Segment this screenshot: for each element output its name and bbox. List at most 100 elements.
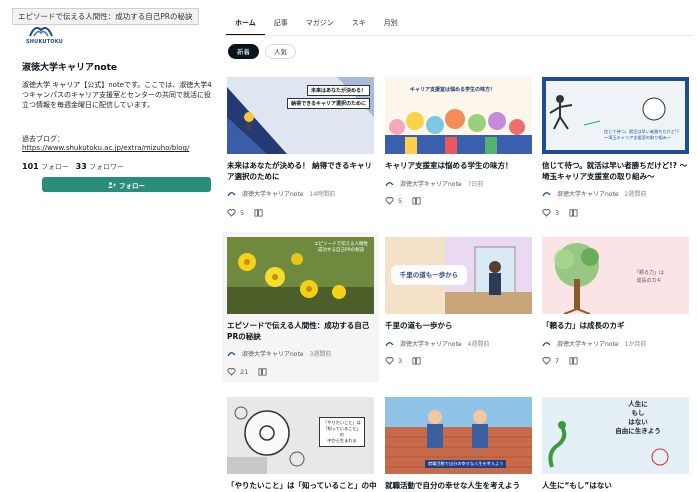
follow-button[interactable]: フォロー: [42, 177, 211, 192]
author-name[interactable]: 淑徳大学キャリアnote: [400, 179, 462, 188]
article-title[interactable]: 千里の道も一歩から: [385, 320, 535, 331]
add-user-icon: [108, 181, 116, 188]
article-thumbnail[interactable]: 信じて待つ。就活は早い者勝ちだけど!? 〜埼玉キャリア支援室の取り組み〜: [542, 77, 689, 154]
article-card[interactable]: エピソードで伝える人間性 成功する自己PRの秘訣 エピソードで伝える人間性：成功…: [222, 232, 379, 382]
article-author[interactable]: 淑徳大学キャリアnote 14時間前: [227, 189, 335, 198]
article-title[interactable]: 未来はあなたが決める！ 納得できるキャリア選択のために: [227, 160, 377, 182]
heart-icon[interactable]: [385, 196, 394, 205]
like-count: 3: [555, 208, 560, 217]
article-author[interactable]: 淑徳大学キャリアnote 7日前: [385, 179, 483, 188]
heart-icon[interactable]: [542, 208, 551, 217]
chip-popular[interactable]: 人気: [265, 44, 296, 59]
tab-divider: [226, 35, 692, 36]
like-count: 5: [398, 196, 403, 205]
author-name[interactable]: 淑徳大学キャリアnote: [242, 349, 304, 358]
article-thumbnail[interactable]: 「やりたいこと」は 「知っていること」の 中から生まれる: [227, 397, 374, 474]
heart-icon[interactable]: [542, 356, 551, 365]
article-title[interactable]: 「やりたいこと」は「知っていること」の中: [227, 480, 377, 491]
sort-chips: 新着 人気: [228, 44, 296, 59]
blog-link[interactable]: https://www.shukutoku.ac.jp/extra/mizuho…: [22, 144, 189, 152]
magazine-add-icon[interactable]: [569, 356, 578, 365]
heart-icon[interactable]: [385, 356, 394, 365]
thumbnail-caption: 千里の道も一歩から: [391, 265, 467, 285]
article-title[interactable]: 「頼る力」は成長のカギ: [542, 320, 692, 331]
article-card[interactable]: 信じて待つ。就活は早い者勝ちだけど!? 〜埼玉キャリア支援室の取り組み〜 信じて…: [542, 77, 689, 223]
article-actions: 5: [227, 208, 263, 217]
article-author[interactable]: 淑徳大学キャリアnote 4週間前: [385, 339, 489, 348]
follow-button-label: フォロー: [119, 181, 145, 190]
article-title[interactable]: 就職活動で自分の幸せな人生を考えよう: [385, 480, 535, 491]
article-actions: 3: [542, 208, 578, 217]
article-thumbnail[interactable]: 「頼る力」は 成長のカギ: [542, 237, 689, 314]
article-card[interactable]: 千里の道も一歩から 千里の道も一歩から 淑徳大学キャリアnote 4週間前 3: [385, 237, 532, 377]
article-thumbnail[interactable]: 未来はあなたが決める！ 納得できるキャリア選択のために: [227, 77, 374, 154]
post-time: 7日前: [467, 181, 484, 188]
article-card[interactable]: 人生に もし はない 自由に生きよう 人生に“もし”はない: [542, 397, 689, 492]
thumbnail-caption: 人生に もし はない 自由に生きよう: [615, 400, 661, 435]
post-time: 1か月前: [624, 341, 647, 348]
followers-label[interactable]: フォロワー: [89, 163, 124, 171]
article-card[interactable]: 未来はあなたが決める！ 納得できるキャリア選択のために 未来はあなたが決める！ …: [227, 77, 374, 223]
magazine-add-icon[interactable]: [258, 367, 267, 376]
tab-articles[interactable]: 記事: [265, 14, 297, 36]
thumbnail-caption: 「やりたいこと」は 「知っていること」の 中から生まれる: [319, 417, 365, 447]
magazine-add-icon[interactable]: [254, 208, 263, 217]
author-avatar-icon: [542, 342, 551, 347]
heart-icon[interactable]: [227, 208, 236, 217]
thumbnail-caption: 信じて待つ。就活は早い者勝ちだけど!? 〜埼玉キャリア支援室の取り組み〜: [604, 129, 679, 140]
article-thumbnail[interactable]: 人生に もし はない 自由に生きよう: [542, 397, 689, 474]
article-thumbnail[interactable]: 就職活動で自分の幸せな人生を考えよう: [385, 397, 532, 474]
article-card[interactable]: 「頼る力」は 成長のカギ 「頼る力」は成長のカギ 淑徳大学キャリアnote 1か…: [542, 237, 689, 377]
post-time: 3週間前: [309, 351, 332, 358]
author-avatar-icon: [227, 192, 236, 197]
profile-tabs: ホーム 記事 マガジン スキ 月別: [226, 14, 407, 36]
profile-name[interactable]: 淑徳大学キャリアnote: [22, 60, 117, 73]
thumbnail-caption: 「頼る力」は 成長のカギ: [634, 270, 665, 284]
author-name[interactable]: 淑徳大学キャリアnote: [400, 339, 462, 348]
thumbnail-caption: エピソードで伝える人間性 成功する自己PRの秘訣: [314, 242, 368, 253]
follows-count[interactable]: 101: [22, 162, 39, 171]
article-author[interactable]: 淑徳大学キャリアnote 3週間前: [227, 349, 331, 358]
article-card[interactable]: 就職活動で自分の幸せな人生を考えよう 就職活動で自分の幸せな人生を考えよう: [385, 397, 532, 492]
like-count: 3: [398, 356, 403, 365]
hover-tooltip: エピソードで伝える人間性：成功する自己PRの秘訣: [12, 8, 199, 25]
article-thumbnail[interactable]: エピソードで伝える人間性 成功する自己PRの秘訣: [227, 237, 374, 314]
article-author[interactable]: 淑徳大学キャリアnote 2週間前: [542, 189, 646, 198]
magazine-add-icon[interactable]: [412, 196, 421, 205]
author-name[interactable]: 淑徳大学キャリアnote: [242, 189, 304, 198]
article-title[interactable]: エピソードで伝える人間性：成功する自己PRの秘訣: [227, 320, 377, 342]
thumbnail-caption: キャリア支援室は悩める学生の味方！: [410, 87, 496, 93]
like-count: 7: [555, 356, 560, 365]
magazine-add-icon[interactable]: [569, 208, 578, 217]
like-count: 21: [240, 367, 249, 376]
author-name[interactable]: 淑徳大学キャリアnote: [557, 339, 619, 348]
post-time: 4週間前: [467, 341, 490, 348]
article-thumbnail[interactable]: 千里の道も一歩から: [385, 237, 532, 314]
tab-likes[interactable]: スキ: [343, 14, 375, 36]
thumbnail-caption: 納得できるキャリア選択のために: [287, 98, 370, 109]
follows-label[interactable]: フォロー: [41, 163, 69, 171]
author-name[interactable]: 淑徳大学キャリアnote: [557, 189, 619, 198]
article-title[interactable]: 信じて待つ。就活は早い者勝ちだけど!? 〜埼玉キャリア支援室の取り組み〜: [542, 160, 692, 182]
article-title[interactable]: 人生に“もし”はない: [542, 480, 692, 491]
author-avatar-icon: [227, 352, 236, 357]
tab-home[interactable]: ホーム: [226, 14, 265, 36]
article-card[interactable]: 「やりたいこと」は 「知っていること」の 中から生まれる 「やりたいこと」は「知…: [227, 397, 377, 492]
tab-magazines[interactable]: マガジン: [297, 14, 343, 36]
profile-bio: 淑徳大学 キャリア【公式】noteです。ここでは、淑徳大学4つキャンパスのキャリ…: [22, 81, 212, 109]
article-title[interactable]: キャリア支援室は悩める学生の味方！: [385, 160, 535, 171]
thumbnail-caption: 未来はあなたが決める！: [306, 85, 370, 96]
article-actions: 21: [227, 367, 267, 376]
article-thumbnail[interactable]: キャリア支援室は悩める学生の味方！: [385, 77, 532, 154]
followers-count[interactable]: 33: [76, 162, 87, 171]
article-card[interactable]: キャリア支援室は悩める学生の味方！ キャリア支援室は悩める学生の味方！ 淑徳大学…: [385, 77, 532, 223]
heart-icon[interactable]: [227, 367, 236, 376]
author-avatar-icon: [385, 342, 394, 347]
article-author[interactable]: 淑徳大学キャリアnote 1か月前: [542, 339, 646, 348]
like-count: 5: [240, 208, 245, 217]
chip-newest[interactable]: 新着: [228, 44, 259, 59]
post-time: 14時間前: [309, 191, 336, 198]
blog-label: 過去ブログ：: [22, 135, 64, 143]
magazine-add-icon[interactable]: [412, 356, 421, 365]
tab-monthly[interactable]: 月別: [375, 14, 407, 36]
